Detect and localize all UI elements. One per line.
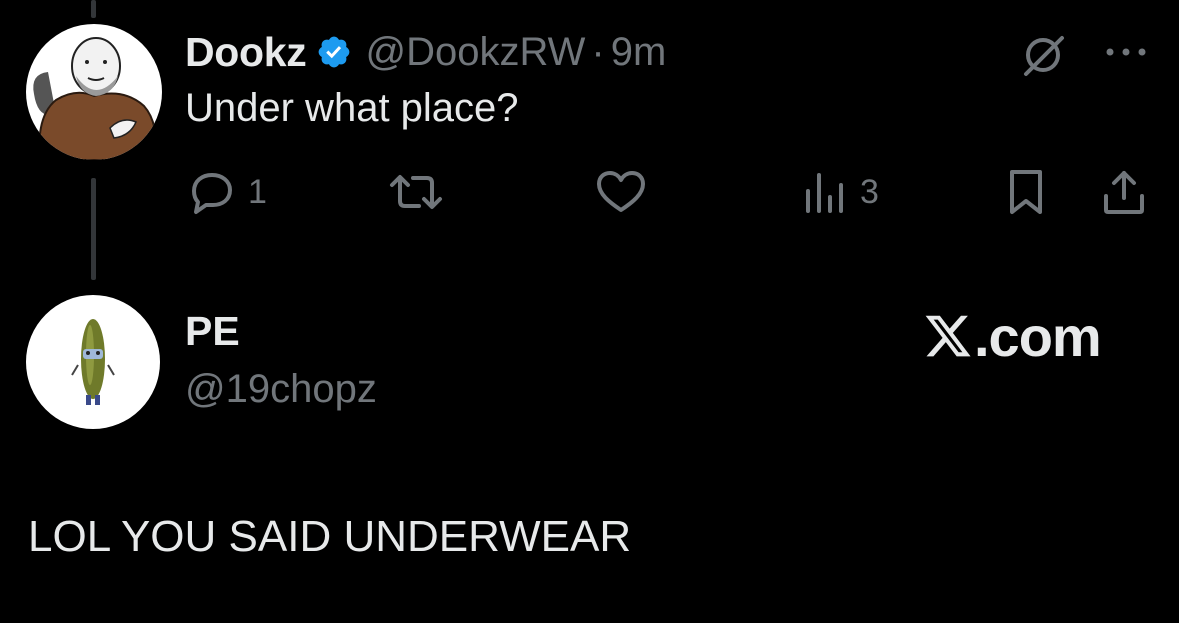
x-logo-icon (925, 315, 971, 357)
like-button[interactable] (595, 166, 659, 218)
reply-text: LOL YOU SAID UNDERWEAR (28, 512, 632, 561)
heart-icon (597, 171, 645, 212)
analytics-icon (806, 173, 843, 213)
tweet-timestamp[interactable]: 9m (611, 30, 667, 75)
share-icon (1104, 171, 1144, 214)
tweet-text: Under what place? (185, 86, 519, 130)
dookz-avatar[interactable] (26, 24, 162, 160)
tweet-header: Dookz @DookzRW · 9m (185, 28, 666, 76)
share-button[interactable] (1100, 166, 1148, 218)
more-options-icon[interactable] (1104, 42, 1148, 62)
bookmark-icon (1010, 170, 1042, 214)
reply-button[interactable]: 1 (186, 166, 267, 218)
bookmark-button[interactable] (1004, 166, 1048, 218)
author-display-name[interactable]: Dookz (185, 29, 307, 76)
reply-author-handle[interactable]: @19chopz (185, 367, 377, 412)
reply-author-display-name[interactable]: PE (185, 308, 240, 355)
retweet-icon (390, 175, 442, 209)
views-button[interactable]: 3 (804, 166, 879, 218)
reply-icon (192, 173, 232, 214)
wojak-cartoon-avatar (26, 24, 162, 160)
xcom-watermark: .com (922, 304, 1102, 368)
author-handle[interactable]: @DookzRW (366, 30, 586, 75)
verified-badge-icon[interactable] (316, 34, 352, 70)
views-count: 3 (860, 172, 879, 211)
pickle-character-avatar (26, 295, 160, 429)
thread-connector-top (91, 0, 96, 18)
retweet-button[interactable] (386, 166, 458, 218)
grok-icon[interactable] (1018, 30, 1068, 80)
thread-connector (91, 178, 96, 280)
reply-count: 1 (248, 172, 267, 211)
header-separator: · (591, 29, 605, 74)
watermark-text: .com (974, 304, 1102, 368)
pe-avatar[interactable] (26, 295, 160, 429)
